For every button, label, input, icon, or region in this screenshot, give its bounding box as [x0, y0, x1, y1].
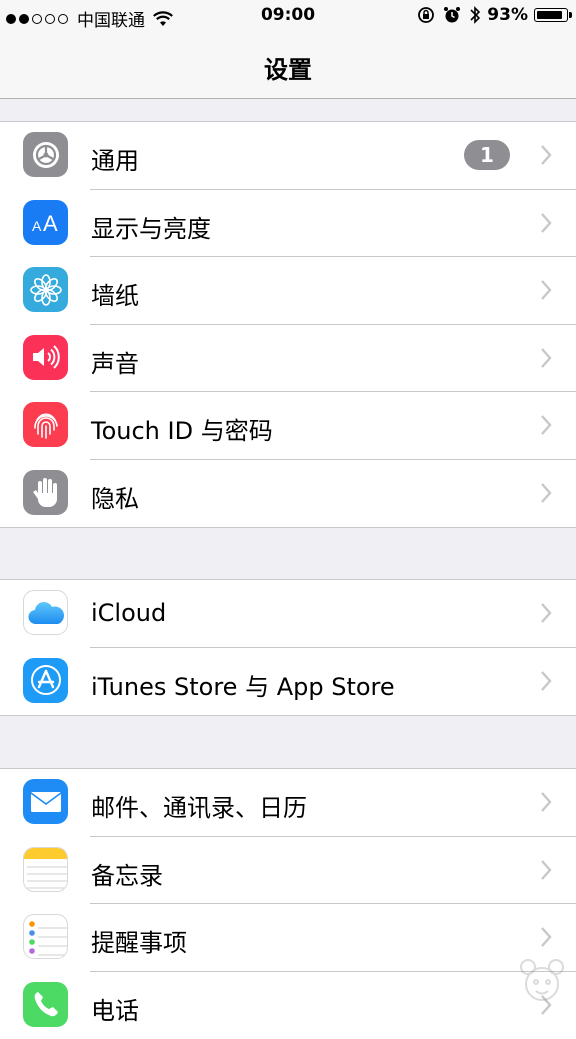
chevron-right-icon	[540, 414, 552, 436]
phone-icon	[23, 982, 68, 1027]
settings-group-3: 邮件、通讯录、日历 备忘录	[0, 768, 576, 1039]
speaker-icon	[23, 335, 68, 380]
battery-nub	[569, 12, 572, 18]
svg-text:A: A	[43, 211, 58, 235]
settings-row-label: Touch ID 与密码	[91, 411, 273, 446]
fingerprint-icon	[23, 402, 68, 447]
settings-row-touch-id[interactable]: Touch ID 与密码	[0, 392, 576, 460]
chevron-right-icon	[540, 279, 552, 301]
cloud-icon	[23, 590, 68, 635]
settings-row-label: 墙纸	[91, 276, 139, 311]
app-store-icon	[23, 658, 68, 703]
settings-row-label: 邮件、通讯录、日历	[91, 788, 307, 823]
battery-fill	[537, 11, 562, 19]
notes-icon	[23, 847, 68, 892]
settings-row-label: 显示与亮度	[91, 209, 211, 244]
chevron-right-icon	[540, 602, 552, 624]
chevron-right-icon	[540, 791, 552, 813]
settings-row-wallpaper[interactable]: 墙纸	[0, 257, 576, 325]
bluetooth-icon	[469, 5, 481, 25]
status-right: 93%	[417, 5, 568, 25]
settings-row-label: iCloud	[91, 599, 166, 627]
settings-group-2: iCloud iTunes Store 与 App Store	[0, 579, 576, 716]
gear-icon	[23, 132, 68, 177]
mail-icon	[23, 779, 68, 824]
notification-badge: 1	[464, 140, 510, 170]
settings-row-label: 提醒事项	[91, 923, 187, 958]
chevron-right-icon	[540, 212, 552, 234]
settings-row-phone[interactable]: 电话	[0, 972, 576, 1039]
navigation-bar: 设置	[0, 32, 576, 99]
settings-row-label: 通用	[91, 141, 139, 176]
settings-row-label: 备忘录	[91, 856, 163, 891]
settings-row-label: 隐私	[91, 479, 139, 514]
battery-icon	[534, 8, 568, 22]
settings-row-label: 电话	[91, 991, 139, 1026]
page-title: 设置	[0, 50, 576, 85]
watermark-logo-icon	[514, 954, 570, 1010]
settings-group-1: 通用 1 A A 显示与亮度	[0, 121, 576, 528]
chevron-right-icon	[540, 347, 552, 369]
chevron-right-icon	[540, 926, 552, 948]
settings-row-sounds[interactable]: 声音	[0, 325, 576, 393]
rotation-lock-icon	[417, 6, 435, 24]
svg-text:A: A	[32, 218, 42, 234]
settings-row-label: iTunes Store 与 App Store	[91, 667, 395, 702]
chevron-right-icon	[540, 670, 552, 692]
settings-row-icloud[interactable]: iCloud	[0, 580, 576, 648]
chevron-right-icon	[540, 482, 552, 504]
alarm-icon	[443, 6, 461, 24]
settings-row-display[interactable]: A A 显示与亮度	[0, 190, 576, 258]
settings-row-general[interactable]: 通用 1	[0, 122, 576, 190]
battery-percent: 93%	[487, 5, 528, 25]
settings-row-itunes-app-store[interactable]: iTunes Store 与 App Store	[0, 648, 576, 716]
settings-row-mail-contacts-calendars[interactable]: 邮件、通讯录、日历	[0, 769, 576, 837]
settings-row-reminders[interactable]: 提醒事项	[0, 904, 576, 972]
text-size-icon: A A	[23, 200, 68, 245]
hand-icon	[23, 470, 68, 515]
chevron-right-icon	[540, 144, 552, 166]
settings-row-notes[interactable]: 备忘录	[0, 837, 576, 905]
flower-icon	[23, 267, 68, 312]
settings-row-privacy[interactable]: 隐私	[0, 460, 576, 528]
chevron-right-icon	[540, 859, 552, 881]
reminders-icon	[23, 914, 68, 959]
status-bar: 中国联通 09:00 93%	[0, 0, 576, 32]
settings-row-label: 声音	[91, 344, 139, 379]
